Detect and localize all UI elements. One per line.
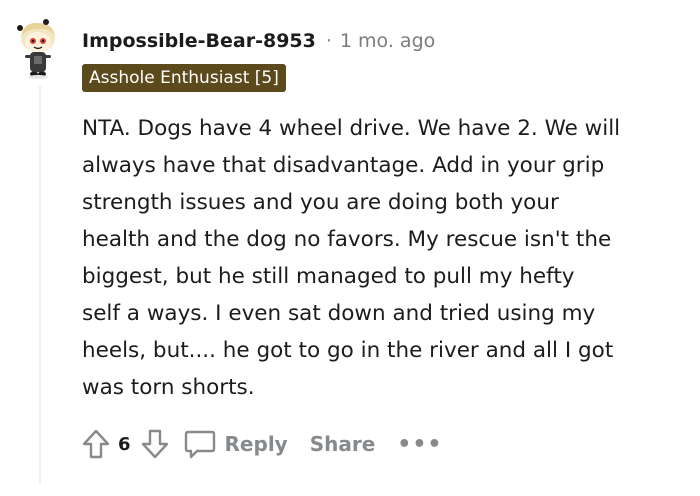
upvote-button[interactable]: [78, 424, 114, 464]
downvote-button[interactable]: [137, 424, 173, 464]
comment-actions: 6 Reply Share •••: [78, 424, 442, 464]
user-flair-badge: Asshole Enthusiast [5]: [82, 64, 286, 92]
comment-meta: Impossible-Bear-8953 · 1 mo. ago: [82, 27, 435, 55]
speech-bubble-icon: [184, 430, 215, 459]
comment-body-line: biggest, but he still managed to pull my…: [82, 264, 575, 289]
comment-body-line: strength issues and you are doing both y…: [82, 190, 559, 215]
comment-body-line: self a ways. I even sat down and tried u…: [82, 301, 596, 326]
username-link[interactable]: Impossible-Bear-8953: [82, 30, 316, 52]
avatar[interactable]: [10, 18, 68, 80]
comment-body: NTA. Dogs have 4 wheel drive. We have 2.…: [82, 110, 682, 406]
reply-label: Reply: [224, 432, 288, 456]
upvote-arrow-icon: [82, 429, 110, 459]
comment-body-line: was torn shorts.: [82, 375, 255, 400]
downvote-arrow-icon: [141, 429, 168, 459]
timestamp[interactable]: 1 mo. ago: [340, 30, 435, 52]
comment-body-line: heels, but.... he got to go in the river…: [82, 338, 614, 363]
thread-line[interactable]: [39, 86, 41, 484]
comment-body-line: always have that disadvantage. Add in yo…: [82, 153, 605, 178]
share-button[interactable]: Share: [310, 424, 376, 464]
reply-button[interactable]: Reply: [183, 424, 288, 464]
comment-body-line: NTA. Dogs have 4 wheel drive. We have 2.…: [82, 116, 621, 141]
snoo-avatar-icon: [17, 19, 55, 79]
meta-separator: ·: [325, 30, 332, 52]
comment-body-line: health and the dog no favors. My rescue …: [82, 227, 612, 252]
more-options-button[interactable]: •••: [397, 424, 442, 464]
comment: Impossible-Bear-8953 · 1 mo. ago Asshole…: [0, 0, 700, 496]
vote-score: 6: [118, 433, 131, 455]
